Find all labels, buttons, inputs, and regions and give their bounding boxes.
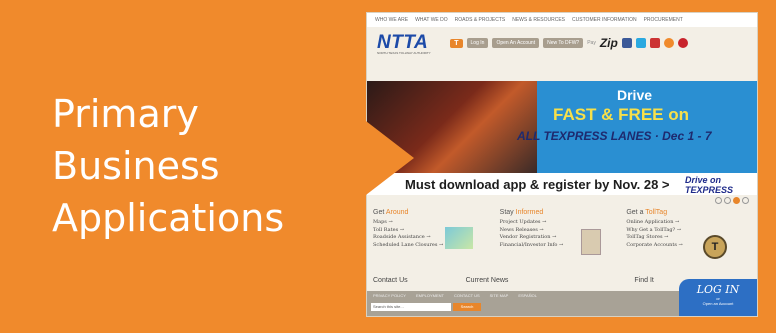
nav-item[interactable]: ROADS & PROJECTS	[455, 17, 506, 23]
find-it-heading[interactable]: Find It	[634, 277, 653, 284]
column-link[interactable]: Online Application →	[626, 219, 747, 227]
column-link[interactable]: Vendor Registration →	[500, 234, 621, 242]
column-link[interactable]: Maps →	[373, 219, 494, 227]
header-toolbar: T Log In Open An Account New To DFW? Pay…	[450, 36, 688, 50]
column-link[interactable]: Roadside Assistance →	[373, 234, 494, 242]
facebook-icon[interactable]	[621, 38, 632, 48]
drive-on-label: Drive on	[685, 175, 722, 185]
login-badge-label: LOG IN	[696, 283, 740, 296]
site-top-nav: WHO WE ARE WHAT WE DO ROADS & PROJECTS N…	[367, 13, 757, 27]
promo-text: Must download app & register by Nov. 28 …	[405, 177, 670, 192]
nav-item[interactable]: WHAT WE DO	[415, 17, 448, 23]
nav-item[interactable]: CUSTOMER INFORMATION	[572, 17, 637, 23]
tolltag-column: Get a TollTag Online Application → Why G…	[626, 209, 753, 271]
contact-us-heading[interactable]: Contact Us	[373, 277, 408, 284]
pay-label: Pay	[587, 40, 596, 46]
new-to-dfw-button[interactable]: New To DFW?	[543, 38, 584, 48]
carousel-dots	[715, 197, 749, 204]
column-link[interactable]: TollTag Stores →	[626, 234, 747, 242]
carousel-dot-active[interactable]	[733, 197, 740, 204]
login-badge-sub: Open an Account	[702, 301, 734, 306]
youtube-icon[interactable]	[649, 38, 660, 48]
footer-link[interactable]: CONTACT US	[454, 293, 480, 298]
website-screenshot: WHO WE ARE WHAT WE DO ROADS & PROJECTS N…	[366, 12, 758, 317]
footer-link[interactable]: EMPLOYMENT	[416, 293, 444, 298]
hero-drive: Drive	[617, 87, 653, 103]
carousel-dot[interactable]	[715, 197, 722, 204]
footer-link[interactable]: SITE MAP	[490, 293, 509, 298]
promo-strip[interactable]: Must download app & register by Nov. 28 …	[367, 173, 757, 195]
stay-informed-column: Stay Informed Project Updates → News Rel…	[500, 209, 627, 271]
twitter-icon[interactable]	[635, 38, 646, 48]
document-icon	[581, 229, 601, 255]
feature-columns: Get Around Maps → Toll Rates → Roadside …	[373, 209, 753, 271]
nav-item[interactable]: WHO WE ARE	[375, 17, 408, 23]
open-account-button[interactable]: Open An Account	[492, 38, 540, 48]
title-line-3: Applications	[52, 196, 285, 240]
footer-nav: PRIVACY POLICY EMPLOYMENT CONTACT US SIT…	[373, 293, 537, 298]
t-badge[interactable]: T	[450, 38, 463, 48]
column-heading: Stay Informed	[499, 209, 544, 216]
rss-icon[interactable]	[663, 38, 674, 48]
column-link[interactable]: Project Updates →	[500, 219, 621, 227]
column-heading: Get Around	[373, 209, 409, 216]
carousel-dot[interactable]	[724, 197, 731, 204]
footer-link[interactable]: ESPAÑOL	[518, 293, 537, 298]
login-button[interactable]: Log In	[466, 38, 489, 48]
title-line-1: Primary	[52, 92, 199, 136]
map-icon	[445, 227, 473, 249]
hero-fast-free: FAST & FREE on	[553, 105, 689, 124]
nav-item[interactable]: PROCUREMENT	[644, 17, 683, 23]
current-news-heading[interactable]: Current News	[466, 277, 509, 284]
hero-lanes: ALL TEXPRESS LANES · Dec 1 - 7	[517, 129, 712, 143]
pinterest-icon[interactable]	[677, 38, 688, 48]
column-link[interactable]: Financial/Investor Info →	[500, 242, 621, 250]
slide: Primary Business Applications WHO WE ARE…	[0, 0, 776, 333]
column-link[interactable]: News Releases →	[500, 227, 621, 235]
title-line-2: Business	[52, 144, 220, 188]
header: NTTA NORTH TEXAS TOLLWAY AUTHORITY T Log…	[367, 27, 757, 59]
texpress-label: TEXPRESS	[685, 185, 734, 195]
tolltag-icon: T	[703, 235, 727, 259]
carousel-dot[interactable]	[742, 197, 749, 204]
column-link[interactable]: Corporate Accounts →	[626, 242, 747, 250]
hero-banner[interactable]: Drive FAST & FREE on ALL TEXPRESS LANES …	[367, 81, 757, 173]
login-badge[interactable]: LOG IN or Open an Account	[679, 279, 757, 316]
pointer-arrow	[362, 118, 414, 198]
get-around-column: Get Around Maps → Toll Rates → Roadside …	[373, 209, 500, 271]
search-input[interactable]: Search this site...	[371, 303, 451, 311]
zip-logo[interactable]: Zip	[600, 36, 618, 50]
nav-item[interactable]: NEWS & RESOURCES	[512, 17, 565, 23]
slide-title: Primary Business Applications	[52, 88, 342, 244]
logo-subtitle: NORTH TEXAS TOLLWAY AUTHORITY	[377, 51, 431, 55]
column-link[interactable]: Scheduled Lane Closures →	[373, 242, 494, 250]
column-heading: Get a TollTag	[626, 209, 668, 216]
column-link[interactable]: Toll Rates →	[373, 227, 494, 235]
footer-link[interactable]: PRIVACY POLICY	[373, 293, 406, 298]
search-button[interactable]: Search	[453, 303, 481, 311]
texpress-logo: Drive on TEXPRESS	[685, 175, 733, 195]
column-link[interactable]: Why Get a TollTag? →	[626, 227, 747, 235]
